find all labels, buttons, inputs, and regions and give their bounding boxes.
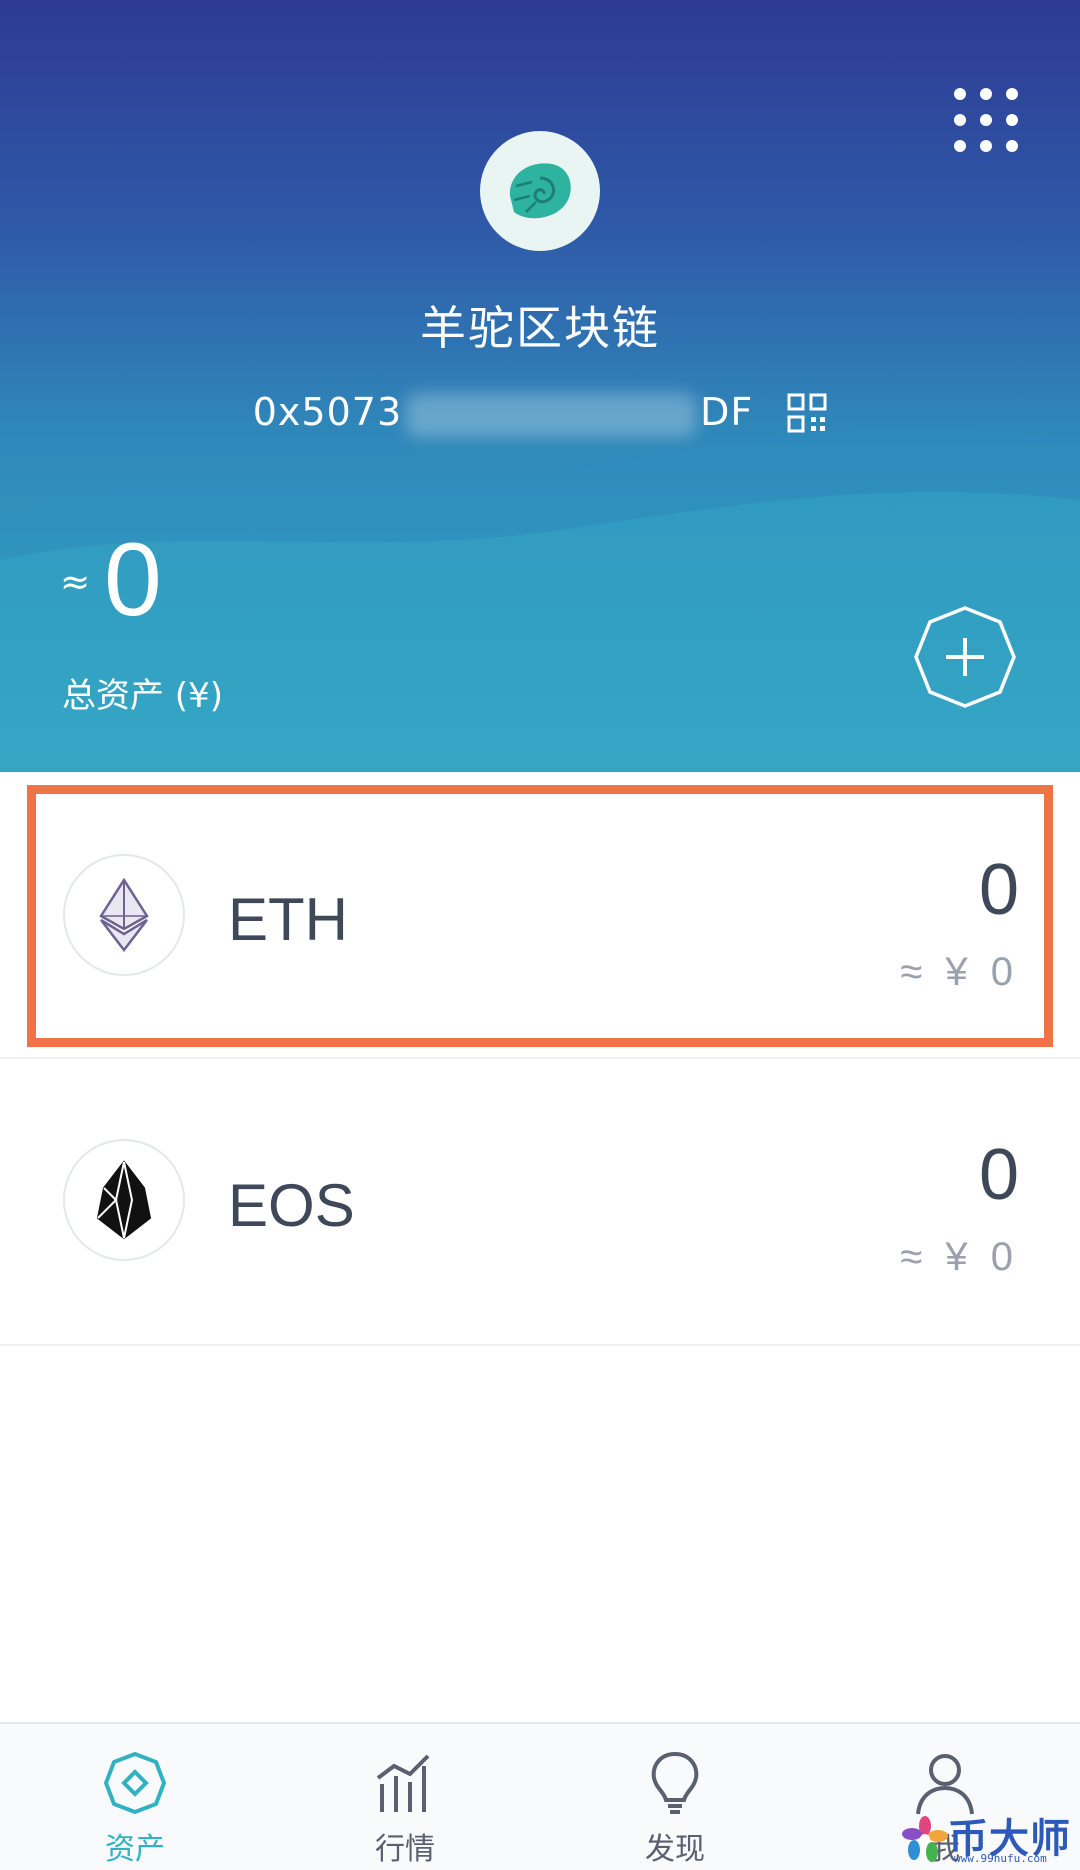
watermark-logo: 币大师 www.99hufu.com <box>900 1800 1076 1868</box>
ethereum-icon <box>63 854 185 976</box>
market-chart-icon <box>376 1754 430 1812</box>
asset-fiat-value: ≈ ¥ 0 <box>900 950 1019 994</box>
nav-label: 行情 <box>375 1832 435 1867</box>
wallet-avatar[interactable] <box>480 131 600 251</box>
nav-label: 发现 <box>645 1832 705 1867</box>
add-asset-button[interactable] <box>912 604 1018 710</box>
wallet-address[interactable]: 0x5073 DF <box>253 390 754 437</box>
asset-fiat-value: ≈ ¥ 0 <box>900 1235 1019 1279</box>
asset-row-eos[interactable]: EOS 0 ≈ ¥ 0 <box>0 1059 1080 1346</box>
nav-label: 资产 <box>105 1832 165 1867</box>
nav-market[interactable]: 行情 <box>270 1724 540 1870</box>
flower-logo-icon <box>902 1816 948 1862</box>
asset-amount: 0 <box>978 850 1019 930</box>
wallet-name: 羊驼区块链 <box>420 301 660 355</box>
total-assets-label: 总资产 (¥) <box>62 676 223 716</box>
add-icon <box>914 606 1016 708</box>
address-redaction <box>406 392 697 437</box>
address-suffix: DF <box>700 390 754 434</box>
asset-row-eth[interactable]: ETH 0 ≈ ¥ 0 <box>0 772 1080 1059</box>
grid-icon <box>954 88 1018 152</box>
asset-symbol: EOS <box>228 1172 355 1239</box>
address-prefix: 0x5073 <box>252 390 403 434</box>
nav-discover[interactable]: 发现 <box>540 1724 810 1870</box>
asset-symbol: ETH <box>228 886 348 953</box>
asset-amount: 0 <box>978 1135 1019 1215</box>
address-row: 0x5073 DF <box>0 390 1080 437</box>
nav-assets[interactable]: 资产 <box>0 1724 270 1870</box>
assets-icon <box>103 1751 167 1815</box>
watermark-url: www.99hufu.com <box>954 1852 1047 1865</box>
menu-grid-button[interactable] <box>950 84 1022 156</box>
lightbulb-icon <box>651 1751 699 1814</box>
nautilus-shell-icon <box>509 163 571 219</box>
eos-icon <box>63 1139 185 1261</box>
qr-code-icon[interactable] <box>787 393 827 433</box>
total-assets-value: 0 <box>104 522 162 638</box>
wallet-page: 羊驼区块链 0x5073 DF ≈ 0 总资产 (¥) ETH 0 ≈ ¥ 0 … <box>0 0 1080 1870</box>
approx-sign: ≈ <box>60 562 91 603</box>
wallet-header: 羊驼区块链 0x5073 DF ≈ 0 总资产 (¥) <box>0 0 1080 772</box>
